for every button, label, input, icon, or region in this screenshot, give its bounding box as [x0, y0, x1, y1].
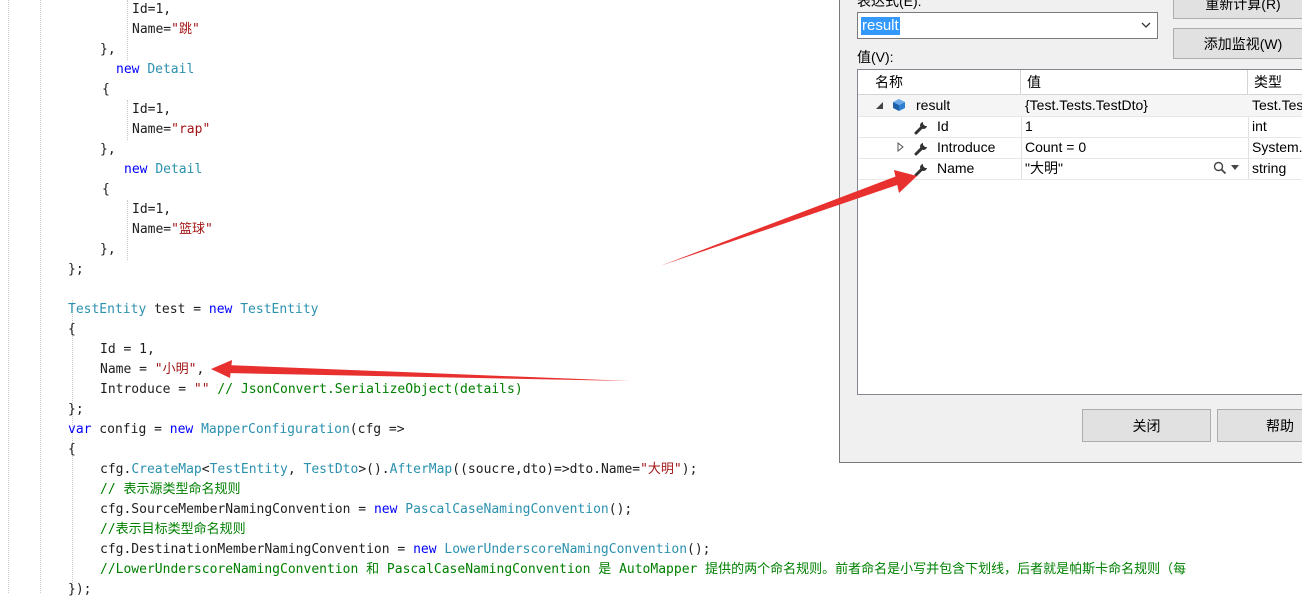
indent-guide — [127, 100, 128, 140]
quickwatch-dialog: 表达式(E): result 重新计算(R) 添加监视(W) 值(V): 名称 … — [839, 0, 1302, 463]
code-comment: //表示目标类型命名规则 — [100, 522, 246, 537]
watch-row-result[interactable]: result {Test.Tests.TestDto} Test.Tests — [858, 95, 1302, 117]
code-comment: // 表示源类型命名规则 — [100, 482, 241, 497]
code-line: new Detail — [116, 62, 195, 77]
row-value: {Test.Tests.TestDto} — [1025, 97, 1148, 113]
code-line: Introduce = "" // JsonConvert.SerializeO… — [100, 382, 523, 397]
code-comment: //LowerUnderscoreNamingConvention 和 Pasc… — [100, 562, 1187, 577]
row-type: string — [1252, 160, 1287, 176]
code-line: }; — [68, 402, 84, 417]
visualizer-dropdown-icon[interactable] — [1231, 165, 1239, 171]
code-line: }; — [68, 262, 84, 277]
code-line: }, — [100, 142, 116, 157]
watch-grid[interactable]: 名称 值 类型 result {Test.Tests.TestDto} Test… — [857, 69, 1302, 395]
code-line: { — [102, 182, 110, 197]
row-value: 1 — [1025, 118, 1033, 134]
code-line: var config = new MapperConfiguration(cfg… — [68, 422, 405, 437]
code-line: }, — [100, 42, 116, 57]
row-name: Introduce — [937, 139, 996, 155]
code-line: TestEntity test = new TestEntity — [68, 302, 319, 317]
row-name: Id — [937, 118, 949, 134]
code-line: Id=1, — [132, 202, 172, 217]
code-line: Name = "小明", — [100, 362, 205, 377]
expanded-triangle-icon[interactable] — [875, 101, 884, 110]
code-line: }, — [100, 242, 116, 257]
value-label: 值(V): — [857, 49, 894, 65]
chevron-down-icon[interactable] — [1139, 18, 1153, 32]
column-header-name[interactable]: 名称 — [858, 70, 1021, 94]
magnifier-icon[interactable] — [1213, 161, 1227, 175]
collapsed-triangle-icon[interactable] — [896, 142, 905, 152]
wrench-icon — [914, 143, 927, 156]
code-line: Id = 1, — [100, 342, 155, 357]
indent-guide — [8, 0, 9, 593]
watch-row-introduce[interactable]: Introduce Count = 0 System. — [858, 137, 1302, 159]
code-line: cfg.SourceMemberNamingConvention = new P… — [100, 502, 633, 517]
grid-header: 名称 值 类型 — [858, 70, 1302, 95]
wrench-icon — [914, 122, 927, 135]
row-name: Name — [937, 160, 975, 176]
code-line: Name="跳" — [132, 22, 200, 37]
code-line: Id=1, — [132, 2, 172, 17]
code-line: { — [68, 322, 76, 337]
row-value: Count = 0 — [1025, 139, 1087, 155]
add-watch-button[interactable]: 添加监视(W) — [1173, 28, 1302, 59]
code-line: }); — [68, 582, 92, 597]
code-line: cfg.DestinationMemberNamingConvention = … — [100, 542, 711, 557]
code-line: { — [68, 442, 76, 457]
row-type: Test.Tests — [1252, 97, 1302, 113]
code-line: cfg.CreateMap<TestEntity, TestDto>().Aft… — [100, 462, 698, 477]
expression-combobox[interactable]: result — [857, 12, 1158, 39]
row-value: "大明" — [1025, 160, 1063, 176]
row-type: System. — [1252, 139, 1302, 155]
code-line: new Detail — [124, 162, 203, 177]
object-icon — [893, 99, 905, 111]
expression-input[interactable]: result — [861, 17, 900, 35]
help-button[interactable]: 帮助 — [1217, 409, 1302, 442]
expression-label: 表达式(E): — [857, 0, 922, 9]
indent-guide — [127, 0, 128, 60]
close-button[interactable]: 关闭 — [1082, 409, 1211, 442]
code-line: { — [102, 82, 110, 97]
watch-row-id[interactable]: Id 1 int — [858, 116, 1302, 138]
code-line: Name="篮球" — [132, 222, 213, 237]
row-name: result — [916, 97, 951, 113]
code-line: Name="rap" — [132, 122, 211, 137]
wrench-icon — [914, 164, 927, 177]
code-line: Id=1, — [132, 102, 172, 117]
recalculate-button[interactable]: 重新计算(R) — [1173, 0, 1302, 19]
watch-row-name[interactable]: Name "大明" string — [858, 158, 1302, 180]
indent-guide — [40, 0, 41, 593]
indent-guide — [127, 200, 128, 260]
column-header-value[interactable]: 值 — [1021, 70, 1248, 94]
row-type: int — [1252, 118, 1267, 134]
column-header-type[interactable]: 类型 — [1248, 70, 1302, 94]
